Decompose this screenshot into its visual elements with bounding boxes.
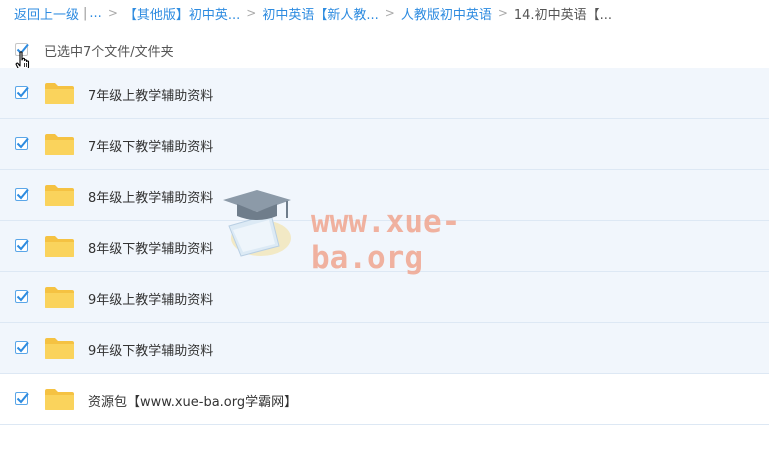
checkmark-icon <box>16 86 29 98</box>
file-checkbox[interactable] <box>15 290 29 303</box>
breadcrumb-current: 14.初中英语【... <box>513 7 612 23</box>
checkmark-icon <box>16 137 29 149</box>
file-checkbox[interactable] <box>15 137 29 150</box>
chevron-right-icon: > <box>246 6 257 20</box>
checkmark-icon <box>16 341 29 353</box>
checkmark-icon <box>16 188 29 200</box>
file-row[interactable]: 7年级上教学辅助资料 <box>0 68 769 119</box>
file-name[interactable]: 资源包【www.xue-ba.org学霸网】 <box>88 391 297 410</box>
chevron-right-icon: > <box>497 6 508 20</box>
file-name[interactable]: 7年级上教学辅助资料 <box>88 85 213 104</box>
folder-icon <box>45 185 74 206</box>
file-row[interactable]: 9年级下教学辅助资料 <box>0 323 769 374</box>
file-name[interactable]: 9年级上教学辅助资料 <box>88 289 213 308</box>
selection-count-label: 已选中7个文件/文件夹 <box>44 45 174 60</box>
file-checkbox[interactable] <box>15 86 29 99</box>
file-row[interactable]: 8年级下教学辅助资料 <box>0 221 769 272</box>
file-name[interactable]: 7年级下教学辅助资料 <box>88 136 213 155</box>
checkmark-icon <box>16 290 29 302</box>
folder-icon <box>45 134 74 155</box>
file-row[interactable]: 8年级上教学辅助资料 <box>0 170 769 221</box>
folder-icon <box>45 338 74 359</box>
breadcrumb-item-1[interactable]: 【其他版】初中英... <box>124 4 240 23</box>
file-name[interactable]: 8年级上教学辅助资料 <box>88 187 213 206</box>
file-checkbox[interactable] <box>15 392 29 405</box>
file-list: 7年级上教学辅助资料 7年级下教学辅助资料 8年级上教学辅助资料 8年级下教学辅… <box>0 68 769 425</box>
breadcrumb-pipe: | <box>83 5 88 21</box>
file-checkbox[interactable] <box>15 239 29 252</box>
checkmark-icon <box>16 392 29 404</box>
file-row[interactable]: 资源包【www.xue-ba.org学霸网】 <box>0 374 769 425</box>
file-row[interactable]: 9年级上教学辅助资料 <box>0 272 769 323</box>
chevron-right-icon: > <box>384 6 395 20</box>
folder-icon <box>45 236 74 257</box>
back-link[interactable]: 返回上一级 <box>14 4 79 23</box>
file-checkbox[interactable] <box>15 341 29 354</box>
file-checkbox[interactable] <box>15 188 29 201</box>
folder-icon <box>45 389 74 410</box>
chevron-right-icon: > <box>107 6 118 20</box>
file-name[interactable]: 8年级下教学辅助资料 <box>88 238 213 257</box>
back-ellipsis-link[interactable]: ... <box>89 6 101 21</box>
checkmark-icon <box>16 239 29 251</box>
breadcrumb: 返回上一级 | ... > 【其他版】初中英... > 初中英语【新人教... … <box>14 4 612 23</box>
selection-bar: 已选中7个文件/文件夹 <box>0 36 769 64</box>
folder-icon <box>45 287 74 308</box>
file-name[interactable]: 9年级下教学辅助资料 <box>88 340 213 359</box>
folder-icon <box>45 83 74 104</box>
breadcrumb-item-3[interactable]: 人教版初中英语 <box>401 4 492 23</box>
breadcrumb-item-2[interactable]: 初中英语【新人教... <box>262 4 378 23</box>
file-row[interactable]: 7年级下教学辅助资料 <box>0 119 769 170</box>
